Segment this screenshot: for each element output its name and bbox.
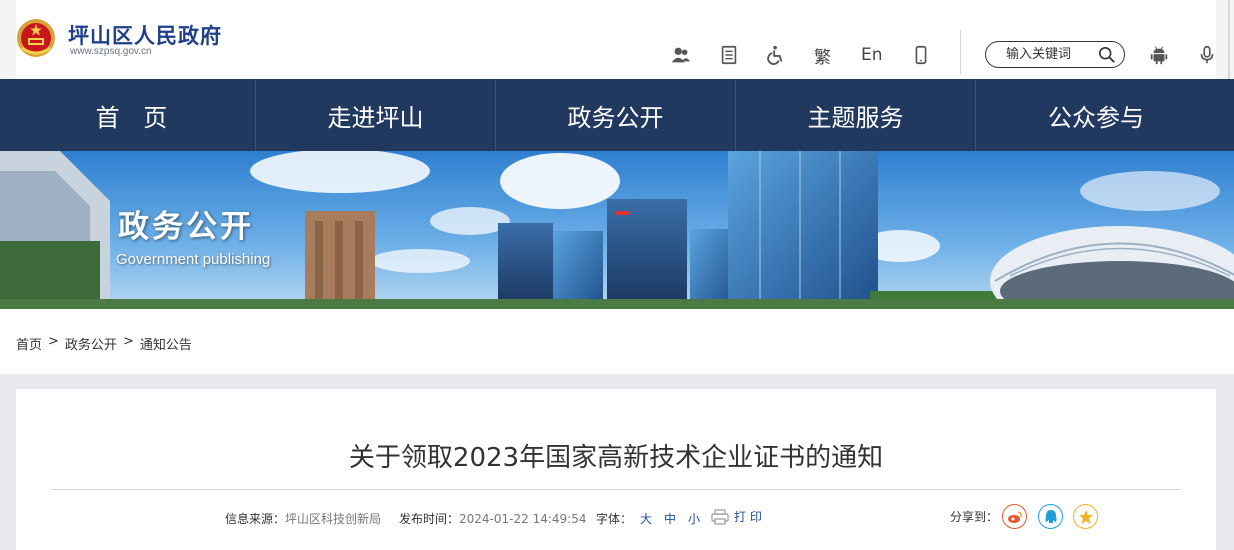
english-button[interactable]: En — [861, 43, 883, 67]
article-time: 发布时间： 2024-01-22 14:49:54 — [399, 510, 586, 527]
nav-item-services[interactable]: 主题服务 — [736, 79, 976, 151]
breadcrumb-notices[interactable]: 通知公告 — [140, 334, 192, 353]
breadcrumb-gov-publishing[interactable]: 政务公开 — [65, 334, 117, 353]
search-input[interactable] — [1006, 47, 1096, 62]
font-size-medium[interactable]: 中 — [664, 510, 676, 527]
title-divider — [51, 489, 1181, 490]
mobile-icon[interactable] — [910, 43, 932, 67]
source-value: 坪山区科技创新局 — [285, 512, 382, 526]
font-size-small[interactable]: 小 — [688, 510, 700, 527]
header: 坪山区人民政府 www.szpsq.gov.cn 繁 En — [0, 0, 1234, 79]
qzone-star-icon — [1078, 509, 1093, 524]
document-icon[interactable] — [718, 43, 740, 67]
source-label: 信息来源： — [225, 512, 286, 526]
header-inner: 坪山区人民政府 www.szpsq.gov.cn 繁 En — [16, 0, 1216, 79]
share-qq-button[interactable] — [1038, 504, 1064, 529]
print-label: 打 印 — [734, 510, 762, 524]
care-mode-icon[interactable] — [670, 43, 692, 67]
qq-icon — [1045, 509, 1057, 523]
toolbar-divider — [960, 30, 961, 74]
breadcrumb: 首页 > 政务公开 > 通知公告 — [16, 334, 192, 353]
breadcrumb-bar: 首页 > 政务公开 > 通知公告 — [0, 309, 1234, 374]
font-size-label: 字体： — [596, 512, 633, 526]
printer-icon — [711, 508, 729, 525]
nav-item-gov-publishing[interactable]: 政务公开 — [496, 79, 736, 151]
share-qzone-button[interactable] — [1073, 504, 1099, 529]
nav-item-home[interactable]: 首 页 — [16, 79, 256, 151]
print-button[interactable]: 打 印 — [711, 508, 762, 525]
article-panel: 关于领取2023年国家高新技术企业证书的通知 信息来源： 坪山区科技创新局 发布… — [16, 389, 1216, 550]
voice-icon[interactable] — [1196, 43, 1218, 67]
breadcrumb-home[interactable]: 首页 — [16, 334, 42, 353]
time-value: 2024-01-22 14:49:54 — [459, 511, 587, 526]
share-weibo-button[interactable] — [1002, 504, 1028, 529]
font-size-large[interactable]: 大 — [640, 510, 652, 527]
breadcrumb-separator: > — [48, 334, 59, 349]
share-label: 分享到： — [950, 510, 999, 524]
search-box — [985, 41, 1125, 68]
nav-item-about-pingshan[interactable]: 走进坪山 — [256, 79, 496, 151]
accessibility-icon[interactable] — [765, 43, 787, 67]
banner-subtitle: Government publishing — [116, 251, 271, 268]
traditional-chinese-button[interactable]: 繁 — [814, 43, 831, 68]
article-source: 信息来源： 坪山区科技创新局 — [225, 510, 381, 527]
site-url: www.szpsq.gov.cn — [70, 46, 152, 57]
main-nav: 首 页 走进坪山 政务公开 主题服务 公众参与 — [0, 79, 1234, 151]
search-icon[interactable] — [1098, 46, 1116, 64]
breadcrumb-separator: > — [122, 334, 134, 349]
nav-item-participation[interactable]: 公众参与 — [976, 79, 1216, 151]
font-size-control: 字体： 大 中 小 — [596, 510, 700, 527]
banner-image: 政务公开 Government publishing — [0, 151, 1234, 309]
header-edge — [1228, 0, 1230, 79]
share-bar: 分享到： — [950, 504, 1099, 529]
national-emblem-icon — [17, 19, 55, 57]
weibo-icon — [1007, 510, 1022, 523]
time-label: 发布时间： — [399, 512, 460, 526]
android-icon[interactable] — [1148, 43, 1170, 67]
banner-title: 政务公开 — [118, 209, 254, 245]
article-title: 关于领取2023年国家高新技术企业证书的通知 — [348, 443, 884, 473]
